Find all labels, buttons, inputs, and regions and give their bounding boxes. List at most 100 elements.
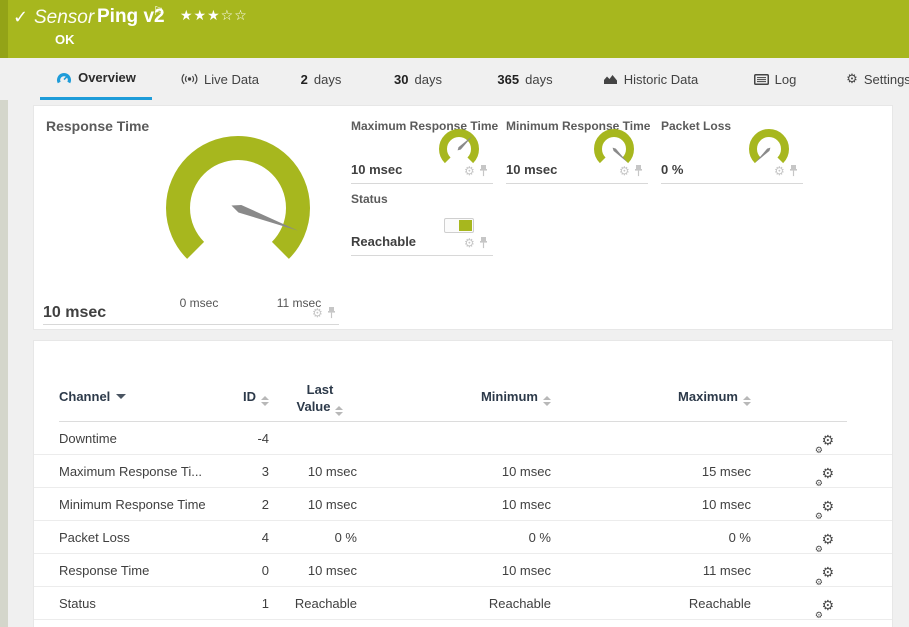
channel-settings-icon[interactable]: ⚙⚙: [814, 488, 834, 521]
sensor-status-badge: OK: [55, 32, 75, 47]
tab-settings[interactable]: ⚙ Settings: [836, 58, 909, 100]
tab-30-days[interactable]: 30 days: [386, 58, 450, 100]
divider: [43, 324, 339, 325]
table-row[interactable]: Response Time010 msec10 msec11 msec⚙⚙: [34, 554, 892, 587]
channel-name[interactable]: Minimum Response Time: [59, 488, 239, 521]
pin-icon[interactable]: [479, 237, 488, 249]
gear-icon[interactable]: ⚙: [774, 165, 785, 177]
sort-icon: [743, 396, 751, 406]
last-value: [269, 422, 357, 455]
minimum-value: 10 msec: [357, 455, 551, 488]
min-gauge-value: 10 msec: [506, 162, 557, 177]
sort-desc-icon: [116, 394, 126, 399]
table-row[interactable]: Maximum Response Ti...310 msec10 msec15 …: [34, 455, 892, 488]
last-value: Reachable: [269, 587, 357, 620]
tab-log[interactable]: Log: [742, 58, 808, 100]
gear-icon: ⚙: [821, 424, 834, 457]
tab-historic-data[interactable]: Historic Data: [593, 58, 708, 100]
gear-icon[interactable]: ⚙: [619, 165, 630, 177]
live-signal-icon: [181, 73, 198, 85]
stars-empty[interactable]: ☆☆: [221, 7, 248, 23]
channel-id: 3: [239, 455, 269, 488]
status-title: Status: [351, 192, 388, 206]
table-row[interactable]: Minimum Response Time210 msec10 msec10 m…: [34, 488, 892, 521]
table-row[interactable]: Packet Loss40 %0 %0 %⚙⚙: [34, 521, 892, 554]
tab-2-days[interactable]: 2 days: [293, 58, 349, 100]
tab-label: days: [415, 72, 442, 87]
channel-name[interactable]: Packet Loss: [59, 521, 239, 554]
column-header-label: Last: [307, 382, 334, 397]
channel-settings-icon[interactable]: ⚙⚙: [814, 587, 834, 620]
row-actions: ⚙⚙: [751, 587, 846, 620]
divider: [351, 183, 493, 184]
log-list-icon: [754, 74, 769, 85]
channel-name[interactable]: Downtime: [59, 422, 239, 455]
maximum-value: 0 %: [551, 521, 751, 554]
channel-table-body: Downtime-4⚙⚙Maximum Response Ti...310 ms…: [34, 422, 892, 620]
gauge-scale-min: 0 msec: [169, 296, 229, 310]
max-gauge-value: 10 msec: [351, 162, 402, 177]
gear-icon: ⚙: [846, 71, 858, 87]
channel-settings-icon[interactable]: ⚙⚙: [814, 521, 834, 554]
row-actions: ⚙⚙: [751, 488, 846, 521]
channel-id: 1: [239, 587, 269, 620]
maximum-value: 15 msec: [551, 455, 751, 488]
tab-number: 30: [394, 72, 408, 87]
gear-icon: ⚙: [821, 457, 834, 490]
tab-live-data[interactable]: Live Data: [170, 58, 270, 100]
tab-label: Live Data: [204, 72, 259, 87]
channel-settings-icon[interactable]: ⚙⚙: [814, 554, 834, 587]
flag-icon[interactable]: ⚐: [153, 4, 164, 18]
minimum-value: Reachable: [357, 587, 551, 620]
maximum-value: Reachable: [551, 587, 751, 620]
gear-icon[interactable]: ⚙: [312, 307, 323, 319]
divider: [351, 255, 493, 256]
gauges-panel: Response Time 0 msec 11 msec 10 msec ⚙ M…: [33, 105, 893, 330]
minimum-value: 10 msec: [357, 488, 551, 521]
pin-icon[interactable]: [479, 165, 488, 177]
gauge-tools: ⚙: [312, 307, 336, 319]
channel-name[interactable]: Response Time: [59, 554, 239, 587]
table-row[interactable]: Status1ReachableReachableReachable⚙⚙: [34, 587, 892, 620]
tab-365-days[interactable]: 365 days: [488, 58, 562, 100]
pin-icon[interactable]: [789, 165, 798, 177]
tab-label: Historic Data: [624, 72, 698, 87]
maximum-value: 11 msec: [551, 554, 751, 587]
minimum-value: 10 msec: [357, 554, 551, 587]
maximum-value: [551, 422, 751, 455]
gauge-tools: ⚙: [774, 165, 798, 177]
column-header-channel[interactable]: Channel: [59, 389, 126, 404]
ok-check-icon: ✓: [13, 7, 28, 28]
last-value: 0 %: [269, 521, 357, 554]
gear-icon: ⚙: [821, 490, 834, 523]
loss-gauge-value: 0 %: [661, 162, 683, 177]
gear-icon[interactable]: ⚙: [464, 165, 475, 177]
channel-id: -4: [239, 422, 269, 455]
column-header-last-value[interactable]: Last Value: [277, 381, 363, 416]
column-header-label: ID: [243, 389, 256, 404]
gear-icon: ⚙: [821, 523, 834, 556]
column-header-id[interactable]: ID: [229, 389, 269, 406]
pin-icon[interactable]: [327, 307, 336, 319]
tab-overview[interactable]: Overview: [40, 58, 152, 100]
pin-icon[interactable]: [634, 165, 643, 177]
tab-label: days: [525, 72, 552, 87]
status-toggle: [444, 218, 474, 233]
column-header-maximum[interactable]: Maximum: [614, 389, 751, 406]
sensor-page: ✓ Sensor Ping v2 ⚐ ★★★☆☆ OK Overview Liv…: [0, 0, 909, 627]
divider: [506, 183, 648, 184]
main-gauge-title: Response Time: [46, 118, 149, 134]
row-actions: ⚙⚙: [751, 422, 846, 455]
priority-stars[interactable]: ★★★☆☆: [180, 7, 248, 24]
channel-name[interactable]: Maximum Response Ti...: [59, 455, 239, 488]
sensor-header: ✓ Sensor Ping v2 ⚐ ★★★☆☆ OK: [0, 0, 909, 58]
channel-name[interactable]: Status: [59, 587, 239, 620]
table-row[interactable]: Downtime-4 ⚙⚙: [34, 422, 892, 455]
gear-icon[interactable]: ⚙: [464, 237, 475, 249]
stars-filled[interactable]: ★★★: [180, 7, 221, 23]
divider: [661, 183, 803, 184]
channel-settings-icon[interactable]: ⚙⚙: [814, 455, 834, 488]
column-header-minimum[interactable]: Minimum: [414, 389, 551, 406]
gear-icon: ⚙: [815, 599, 823, 627]
channel-settings-icon[interactable]: ⚙⚙: [814, 422, 834, 455]
